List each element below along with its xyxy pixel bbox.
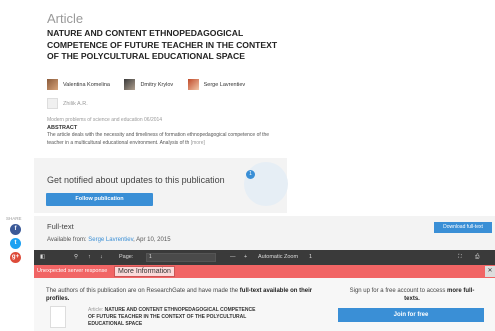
author-list: Valentina Komelina Dmitry Krylov Serge L… — [47, 77, 347, 115]
zoom-in-icon[interactable]: + — [244, 250, 247, 265]
twitter-icon[interactable]: t — [10, 238, 21, 249]
abstract-text: The article deals with the necessity and… — [47, 132, 287, 147]
fulltext-panel: Full-text Available from: Serge Lavrenti… — [34, 216, 495, 250]
authors-note-text: The authors of this publication are on R… — [46, 288, 240, 294]
article-type-label: Article — [47, 11, 84, 26]
fulltext-author-link[interactable]: Serge Lavrentiev — [88, 237, 133, 243]
journal-citation[interactable]: Modern problems of science and education… — [47, 117, 162, 123]
zoom-select[interactable]: Automatic Zoom — [258, 250, 298, 265]
facebook-icon[interactable]: f — [10, 224, 21, 235]
abstract-heading: ABSTRACT — [47, 125, 78, 131]
fulltext-availability: Available from: Serge Lavrentiev, Apr 10… — [47, 237, 171, 243]
page-number-input[interactable]: 1 — [146, 253, 216, 262]
print-icon[interactable]: ⎙ — [475, 250, 479, 265]
available-prefix: Available from: — [47, 237, 89, 243]
author-item[interactable]: Valentina Komelina — [47, 79, 110, 90]
fulltext-title: Full-text — [47, 222, 74, 231]
author-avatar — [47, 79, 58, 90]
pdf-viewer-toolbar: ◧ ⚲ ↑ ↓ Page: 1 — + Automatic Zoom 1 ⛶ ⎙ — [34, 250, 495, 265]
author-item[interactable]: Zhilik A.R. — [47, 98, 88, 109]
share-label: SHARE — [6, 216, 22, 221]
zoom-out-icon[interactable]: — — [230, 250, 236, 265]
notification-illustration — [244, 162, 288, 206]
previous-page-icon[interactable]: ↑ — [88, 250, 91, 265]
author-avatar-placeholder — [47, 98, 58, 109]
search-icon[interactable]: ⚲ — [74, 250, 78, 265]
error-bar: Unexpected server response More Informat… — [34, 265, 495, 278]
abstract-more-link[interactable]: [more] — [191, 140, 205, 146]
google-plus-icon[interactable]: g+ — [10, 252, 21, 263]
notification-badge: 1 — [246, 170, 255, 179]
signup-prefix: Sign up for a free account to access — [349, 288, 448, 294]
follow-publication-button[interactable]: Follow publication — [46, 193, 153, 206]
author-name: Zhilik A.R. — [63, 100, 88, 107]
author-name: Serge Lavrentiev — [203, 81, 246, 88]
reference-title: NATURE AND CONTENT ETHNOPEDAGOGICAL COMP… — [88, 307, 256, 327]
join-for-free-button[interactable]: Join for free — [338, 308, 484, 322]
author-item[interactable]: Serge Lavrentiev — [187, 79, 246, 90]
close-icon[interactable]: ✕ — [485, 266, 495, 277]
fullscreen-icon[interactable]: ⛶ — [458, 250, 462, 265]
more-information-button[interactable]: More Information — [114, 266, 175, 277]
next-page-icon[interactable]: ↓ — [100, 250, 103, 265]
page-label: Page: — [119, 254, 134, 260]
authors-note: The authors of this publication are on R… — [46, 287, 316, 303]
reference-label: Article: — [88, 307, 105, 313]
author-avatar — [124, 79, 136, 90]
article-title[interactable]: NATURE AND CONTENT ETHNOPEDAGOGICAL COMP… — [47, 28, 287, 63]
page-total: 1 — [309, 254, 313, 260]
sidebar-toggle-icon[interactable]: ◧ — [40, 250, 45, 265]
download-fulltext-button[interactable]: Download full-text — [434, 222, 492, 233]
signup-text: Sign up for a free account to access mor… — [342, 287, 482, 303]
fulltext-date: , Apr 10, 2015 — [133, 237, 171, 243]
author-item[interactable]: Dmitry Krylov — [124, 79, 173, 90]
access-panel: The authors of this publication are on R… — [34, 278, 495, 331]
notify-text: Get notified about updates to this publi… — [47, 175, 225, 185]
author-name: Valentina Komelina — [63, 81, 110, 88]
article-reference[interactable]: Article: NATURE AND CONTENT ETHNOPEDAGOG… — [88, 307, 258, 328]
author-avatar — [187, 79, 199, 90]
notify-panel: Get notified about updates to this publi… — [34, 158, 288, 213]
abstract-body: The article deals with the necessity and… — [47, 132, 270, 146]
share-bar: SHARE f t g+ — [2, 216, 28, 263]
error-message: Unexpected server response — [37, 268, 108, 274]
document-thumbnail[interactable] — [50, 306, 66, 328]
author-name: Dmitry Krylov — [140, 81, 174, 88]
